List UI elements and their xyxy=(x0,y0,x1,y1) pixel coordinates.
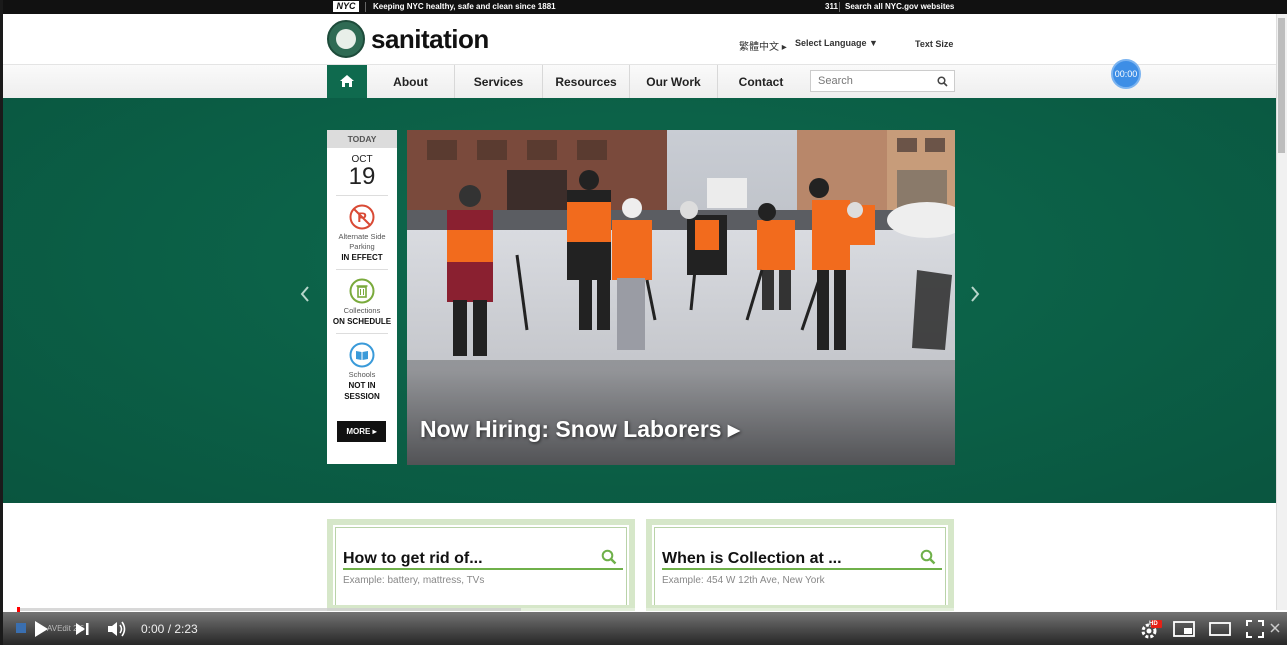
volume-icon[interactable] xyxy=(107,620,127,638)
divider xyxy=(336,195,388,196)
home-button[interactable] xyxy=(327,65,367,99)
play-icon[interactable] xyxy=(33,620,49,638)
nav-services[interactable]: Services xyxy=(455,65,543,99)
status-schools[interactable]: Schools NOT IN SESSION xyxy=(327,342,397,402)
main-nav: About Services Resources Our Work Contac… xyxy=(3,64,1287,99)
how-to-get-rid-of-panel[interactable]: How to get rid of... Example: battery, m… xyxy=(327,519,635,611)
nav-our-work[interactable]: Our Work xyxy=(630,65,718,99)
select-language-dropdown[interactable]: Select Language ▼ xyxy=(795,38,878,48)
chevron-right-icon xyxy=(971,286,980,302)
nyc-logo[interactable]: NYC xyxy=(333,1,359,12)
hero-section: TODAY OCT 19 P Alternate Side Parking IN… xyxy=(3,98,1287,503)
video-time: 0:00 / 2:23 xyxy=(141,622,198,636)
snow-laborers-photo xyxy=(407,130,955,465)
more-button[interactable]: MORE ▸ xyxy=(337,421,386,442)
hero-slide-image[interactable]: Now Hiring: Snow Laborers ▸ xyxy=(407,130,955,465)
app-icon xyxy=(16,623,26,633)
trash-can-icon xyxy=(349,278,375,304)
site-title[interactable]: sanitation xyxy=(371,24,489,55)
divider xyxy=(336,333,388,334)
status-label: Parking xyxy=(349,242,375,251)
status-label: Alternate Side xyxy=(338,232,386,241)
nyc-top-bar: NYC Keeping NYC healthy, safe and clean … xyxy=(3,0,1287,14)
next-icon[interactable] xyxy=(74,621,90,637)
today-card: TODAY OCT 19 P Alternate Side Parking IN… xyxy=(327,130,397,464)
nav-about[interactable]: About xyxy=(367,65,455,99)
status-value: NOT IN xyxy=(348,381,376,390)
link-311[interactable]: 311 xyxy=(825,2,838,11)
status-collections[interactable]: Collections ON SCHEDULE xyxy=(327,278,397,327)
search-icon[interactable] xyxy=(920,549,936,565)
status-label: Collections xyxy=(343,306,381,315)
panel-hint: Example: 454 W 12th Ave, New York xyxy=(662,575,825,586)
miniplayer-icon[interactable] xyxy=(1173,621,1195,637)
when-is-collection-panel[interactable]: When is Collection at ... Example: 454 W… xyxy=(646,519,954,611)
search-icon[interactable] xyxy=(601,549,617,565)
search-input[interactable] xyxy=(811,71,931,91)
video-buffered-bar xyxy=(17,608,521,611)
nav-resources[interactable]: Resources xyxy=(543,65,630,99)
nav-contact[interactable]: Contact xyxy=(718,65,804,99)
search-all-link[interactable]: Search all NYC.gov websites xyxy=(845,2,954,11)
home-icon xyxy=(340,75,354,87)
divider xyxy=(839,2,840,12)
status-value: IN EFFECT xyxy=(341,253,383,262)
theater-mode-icon[interactable] xyxy=(1209,621,1231,637)
book-icon xyxy=(349,342,375,368)
accent-underline xyxy=(662,568,942,570)
browser-frame: NYC Keeping NYC healthy, safe and clean … xyxy=(0,0,1287,645)
scrollbar-thumb[interactable] xyxy=(1278,18,1285,153)
panel-hint: Example: battery, mattress, TVs xyxy=(343,575,485,586)
status-value: ON SCHEDULE xyxy=(332,317,392,326)
divider xyxy=(365,2,366,12)
fullscreen-icon[interactable] xyxy=(1246,620,1264,638)
lang-chinese-link[interactable]: 繁體中文 ▸ xyxy=(739,38,787,53)
search-box xyxy=(810,70,955,92)
hd-badge: HD xyxy=(1149,621,1158,627)
panel-title: How to get rid of... xyxy=(343,550,483,567)
search-icon[interactable] xyxy=(937,76,948,87)
video-controls: AVEdit 2.6 0:00 / 2:23 HD xyxy=(3,612,1287,645)
dsny-seal-logo[interactable] xyxy=(327,20,365,58)
panel-title: When is Collection at ... xyxy=(662,550,842,567)
accent-underline xyxy=(343,568,623,570)
today-heading: TODAY xyxy=(327,130,397,148)
lookup-section: How to get rid of... Example: battery, m… xyxy=(3,503,1287,613)
text-size-button[interactable]: Text Size xyxy=(915,39,953,49)
site-header: sanitation 繁體中文 ▸ Select Language ▼ Text… xyxy=(3,14,1287,64)
divider xyxy=(336,269,388,270)
no-parking-icon: P xyxy=(349,204,375,230)
status-alternate-side-parking[interactable]: P Alternate Side Parking IN EFFECT xyxy=(327,204,397,263)
chevron-left-icon xyxy=(300,286,309,302)
status-label: Schools xyxy=(348,370,376,379)
recording-timer[interactable]: 00:00 xyxy=(1111,59,1141,89)
status-value: SESSION xyxy=(344,392,380,401)
carousel-prev-arrow[interactable] xyxy=(299,284,311,310)
today-day: 19 xyxy=(348,163,376,190)
close-icon[interactable] xyxy=(1270,623,1280,633)
nyc-tagline: Keeping NYC healthy, safe and clean sinc… xyxy=(373,2,556,11)
slide-caption-link[interactable]: Now Hiring: Snow Laborers ▸ xyxy=(420,416,740,443)
carousel-next-arrow[interactable] xyxy=(969,284,981,310)
